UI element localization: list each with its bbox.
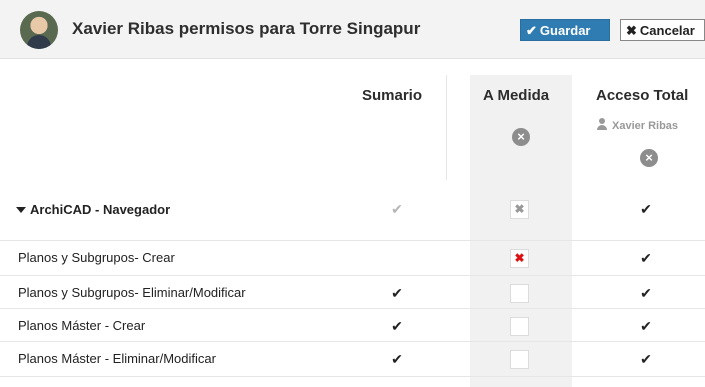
- row-label: Planos Máster - Crear: [18, 318, 146, 333]
- sumario-check-icon: ✔: [391, 351, 403, 367]
- group-label: ArchiCAD - Navegador: [16, 202, 170, 217]
- acceso-total-user-name: Xavier Ribas: [612, 120, 679, 132]
- table-row: Planos y Subgrupos- Crear ✖ ✔: [0, 241, 705, 275]
- row-label: Planos Máster - Eliminar/Modificar: [18, 351, 216, 366]
- check-icon: ✔: [526, 23, 537, 38]
- acceso-total-check-icon: ✔: [640, 250, 652, 266]
- row-label: Planos y Subgrupos- Crear: [18, 250, 175, 265]
- save-button[interactable]: ✔ Guardar: [520, 19, 610, 41]
- row-label: Planos y Subgrupos- Eliminar/Modificar: [18, 285, 246, 300]
- row-divider: [0, 376, 705, 377]
- sumario-check-icon: ✔: [391, 318, 403, 334]
- table-row: Planos Máster - Crear ✔ ✔: [0, 309, 705, 343]
- acceso-total-check-icon: ✔: [640, 351, 652, 367]
- close-icon: ✖: [626, 23, 637, 38]
- caret-down-icon[interactable]: [16, 207, 26, 213]
- table-row: Planos y Subgrupos- Eliminar/Modificar ✔…: [0, 276, 705, 310]
- column-header-acceso-total[interactable]: Acceso Total: [596, 87, 688, 104]
- acceso-total-user: Xavier Ribas: [597, 118, 678, 132]
- acceso-total-check-icon: ✔: [640, 285, 652, 301]
- dialog-header: Xavier Ribas permisos para Torre Singapu…: [0, 0, 705, 59]
- group-label-text: ArchiCAD - Navegador: [30, 202, 171, 217]
- table-row: Planos Máster - Eliminar/Modificar ✔ ✔: [0, 342, 705, 376]
- acceso-total-check-icon: ✔: [640, 318, 652, 334]
- a-medida-checkbox[interactable]: [510, 284, 529, 303]
- sumario-check-icon: ✔: [391, 201, 403, 217]
- a-medida-checkbox[interactable]: [510, 350, 529, 369]
- save-label: Guardar: [539, 23, 591, 38]
- a-medida-remove-icon[interactable]: ×: [512, 128, 530, 146]
- user-icon: [597, 118, 607, 130]
- avatar: [20, 11, 58, 49]
- a-medida-checkbox[interactable]: ✖: [510, 249, 529, 268]
- a-medida-checkbox[interactable]: [510, 317, 529, 336]
- page-title: Xavier Ribas permisos para Torre Singapu…: [72, 19, 421, 38]
- column-divider: [446, 75, 447, 180]
- acceso-total-remove-icon[interactable]: ×: [640, 149, 658, 167]
- column-header-a-medida[interactable]: A Medida: [483, 87, 549, 104]
- sumario-check-icon: ✔: [391, 285, 403, 301]
- cancel-button[interactable]: ✖ Cancelar: [620, 19, 705, 41]
- column-header-sumario[interactable]: Sumario: [362, 87, 422, 104]
- group-row-archicad[interactable]: ArchiCAD - Navegador ✔ ✖ ✔: [0, 193, 705, 227]
- acceso-total-check-icon: ✔: [640, 201, 652, 217]
- a-medida-checkbox[interactable]: ✖: [510, 200, 529, 219]
- cancel-label: Cancelar: [639, 23, 695, 38]
